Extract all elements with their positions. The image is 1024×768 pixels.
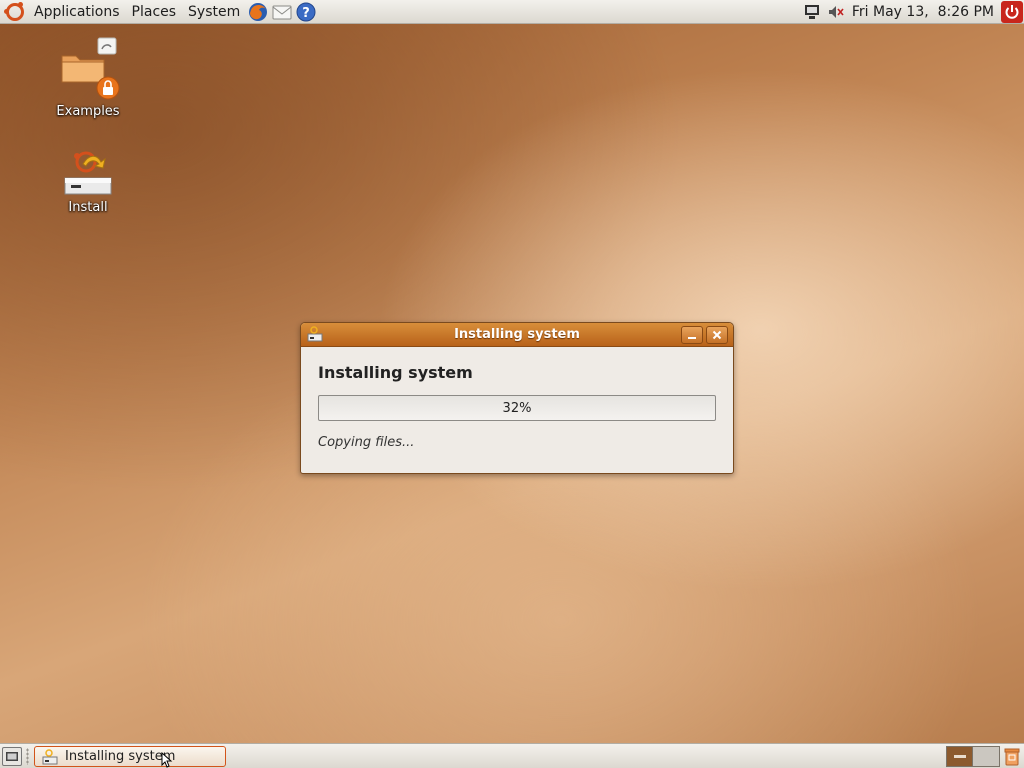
dialog-heading: Installing system xyxy=(318,363,473,382)
top-panel: Applications Places System ? Fri May 13,… xyxy=(0,0,1024,24)
install-progress-bar: 32% xyxy=(318,395,716,421)
desktop-icon-label: Examples xyxy=(56,104,120,119)
ubuntu-logo-icon[interactable] xyxy=(4,1,24,21)
trash-icon[interactable] xyxy=(1003,747,1021,768)
menu-system[interactable]: System xyxy=(182,0,246,24)
close-button[interactable] xyxy=(706,326,728,344)
menu-applications[interactable]: Applications xyxy=(28,0,126,24)
dialog-titlebar[interactable]: Installing system xyxy=(301,323,733,347)
bottom-panel: Installing system xyxy=(0,743,1024,768)
desktop-icon-examples[interactable]: Examples xyxy=(40,36,136,119)
volume-muted-icon[interactable] xyxy=(825,1,847,23)
folder-locked-icon xyxy=(61,37,120,100)
status-text: Copying files... xyxy=(318,435,415,450)
clock[interactable]: Fri May 13, 8:26 PM xyxy=(852,4,994,20)
minimize-icon xyxy=(688,337,696,339)
minimize-button[interactable] xyxy=(681,326,703,344)
mouse-cursor-icon xyxy=(161,752,173,768)
workspace-1[interactable] xyxy=(946,746,973,767)
panel-handle[interactable] xyxy=(26,748,29,765)
installing-dialog: Installing system Installing system 32% … xyxy=(300,322,734,474)
show-desktop-icon xyxy=(6,751,18,761)
shutdown-icon[interactable] xyxy=(1001,1,1023,23)
system-tray: Fri May 13, 8:26 PM xyxy=(800,0,1024,24)
firefox-icon[interactable] xyxy=(247,1,269,23)
taskbar-item-label: Installing system xyxy=(65,749,176,764)
desktop-icon-install[interactable]: Install xyxy=(40,148,136,215)
progress-percent: 32% xyxy=(502,400,532,416)
dialog-body: Installing system 32% Copying files... xyxy=(301,347,733,466)
installer-task-icon xyxy=(42,748,58,764)
show-desktop-button[interactable] xyxy=(2,747,22,766)
workspace-switcher[interactable] xyxy=(946,746,1000,767)
close-icon xyxy=(712,330,722,340)
taskbar-item-installing-system[interactable]: Installing system xyxy=(34,746,226,767)
window-thumbnail-icon xyxy=(953,754,966,758)
workspace-2[interactable] xyxy=(973,746,1000,767)
mail-icon[interactable] xyxy=(271,1,293,23)
installer-icon xyxy=(64,151,112,195)
dialog-title: Installing system xyxy=(454,327,580,342)
svg-text:?: ? xyxy=(302,6,310,21)
help-icon[interactable]: ? xyxy=(295,1,317,23)
menu-places[interactable]: Places xyxy=(126,0,183,24)
network-icon[interactable] xyxy=(801,1,823,23)
desktop-icon-label: Install xyxy=(68,200,108,215)
